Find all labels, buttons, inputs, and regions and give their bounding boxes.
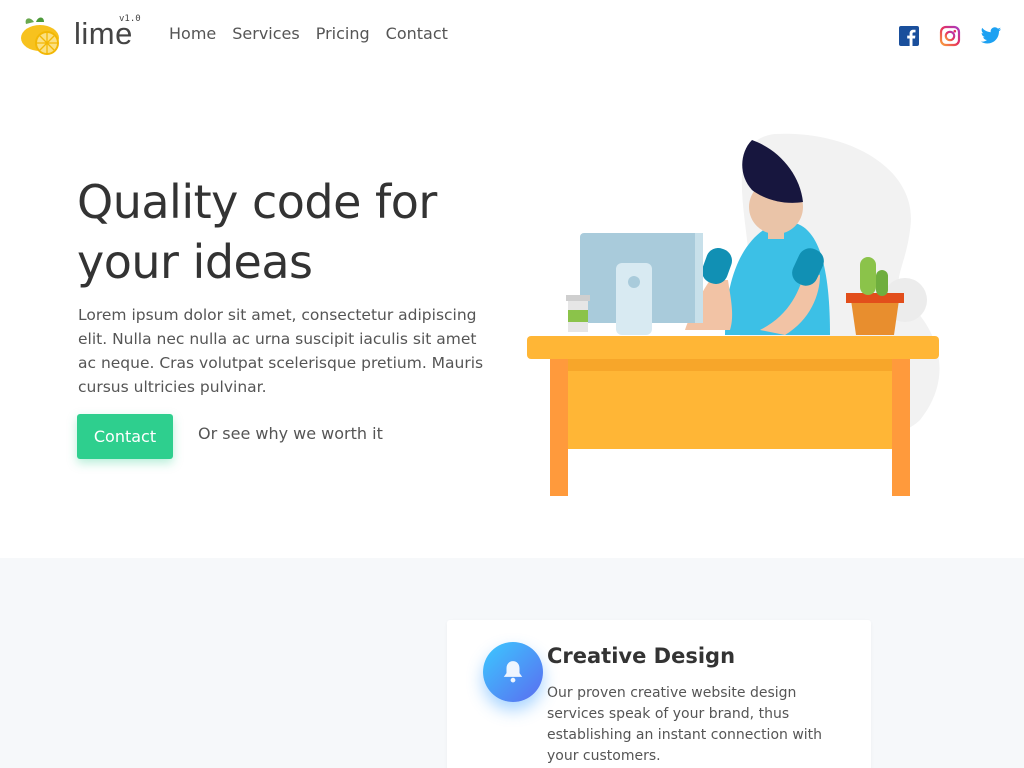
twitter-icon[interactable] [980,25,1002,47]
contact-button[interactable]: Contact [77,414,173,459]
main-menu: Home Services Pricing Contact [169,24,464,43]
facebook-icon[interactable] [898,25,920,47]
brand-version: v1.0 [119,14,141,24]
instagram-icon[interactable] [939,25,961,47]
social-links [898,25,1002,47]
nav-contact-link[interactable]: Contact [386,24,448,43]
nav-services-link[interactable]: Services [232,24,299,43]
features-section: Creative Design Our proven creative webs… [0,558,1024,768]
brand-logo[interactable]: lime v1.0 [20,14,142,58]
nav-pricing-link[interactable]: Pricing [316,24,370,43]
why-us-link[interactable]: Or see why we worth it [198,424,383,443]
developer-desk-illustration [527,133,940,496]
feature-card-creative-design: Creative Design Our proven creative webs… [447,620,871,768]
bell-icon [483,642,543,702]
feature-title: Creative Design [547,644,736,668]
hero-title: Quality code for your ideas [77,175,437,289]
feature-description: Our proven creative website design servi… [547,685,823,764]
lemon-logo-icon [21,17,59,55]
top-navbar: lime v1.0 Home Services Pricing Contact [0,0,1024,72]
nav-home-link[interactable]: Home [169,24,216,43]
hero-description: Lorem ipsum dolor sit amet, consectetur … [78,306,484,396]
